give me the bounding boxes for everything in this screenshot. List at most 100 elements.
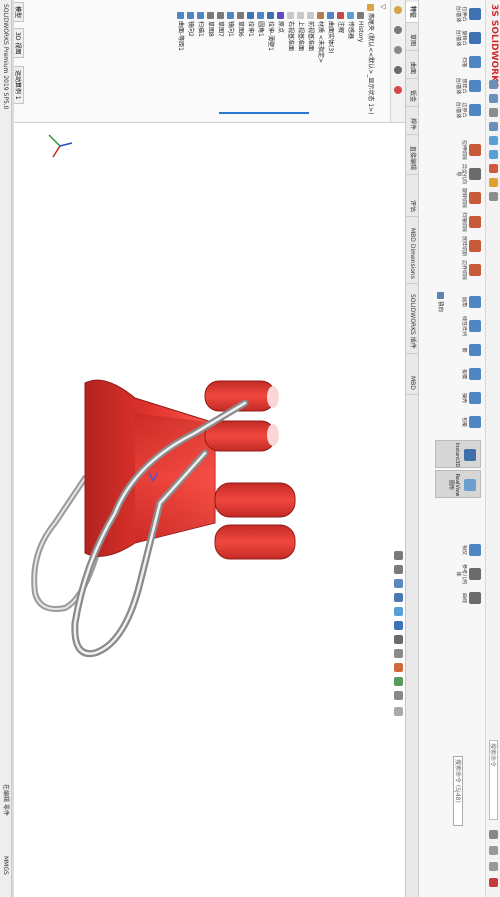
knuckle-bottom-right — [214, 524, 296, 560]
ribbon-button-label: 拔模 — [461, 368, 467, 379]
ribbon-button-18[interactable]: 参考几何体 — [449, 564, 483, 584]
ribbon-button-2[interactable]: 扫描 — [449, 52, 483, 72]
view-settings-icon[interactable] — [394, 691, 403, 700]
tree-item[interactable]: 燕尾夹 (默认<<默认>_显示状态 1>) — [366, 4, 375, 114]
configuration-tab-icon[interactable] — [394, 46, 402, 54]
tree-item[interactable]: 镜向1 — [226, 12, 235, 37]
ribbon-button-15[interactable]: 抽壳 — [449, 388, 483, 408]
tree-item-label: 前视基准面 — [307, 21, 314, 52]
ribbon-button-7[interactable]: 旋转切除 — [449, 188, 483, 208]
minimize-icon[interactable] — [489, 846, 498, 855]
sketch-icon — [207, 12, 214, 19]
filter-icon[interactable]: ▽ — [379, 4, 387, 118]
ribbon-button-label: 边界切除 — [461, 260, 467, 280]
ribbon-button-19[interactable]: 曲线 — [449, 588, 483, 608]
ribbon-button-10[interactable]: 边界切除 — [449, 260, 483, 280]
zoom-area-icon[interactable] — [394, 565, 403, 574]
ribbon-button-1[interactable]: 旋转凸台/基体 — [449, 28, 483, 48]
apply-scene-icon[interactable] — [394, 677, 403, 686]
ribbon-button-5[interactable]: 拉伸切除 — [449, 140, 483, 160]
tree-item[interactable]: 镜向2 — [186, 12, 195, 37]
display-style-icon[interactable] — [394, 635, 403, 644]
tree-item-label: 原点 — [277, 21, 284, 34]
tree-item[interactable]: 材质 <未指定> — [316, 12, 325, 63]
file-properties-icon[interactable] — [489, 178, 498, 187]
undo-icon[interactable] — [489, 136, 498, 145]
tree-item[interactable]: History — [356, 12, 365, 42]
command-manager-ribbon: 拉伸凸台/基体 旋转凸台/基体 扫描放样凸台/基体 边界凸台/基体 拉伸切除异型孔向导旋… — [418, 0, 485, 897]
tree-item[interactable]: 扫描1 — [196, 12, 205, 37]
tab-9[interactable]: MBD — [406, 372, 418, 395]
property-manager-tab-icon[interactable] — [394, 26, 402, 34]
solidworks-logo: 3S SOLIDWORKS — [489, 4, 499, 89]
help-search-input[interactable]: 搜索命令 — [489, 740, 498, 820]
options-icon[interactable] — [489, 192, 498, 201]
ribbon-button-6[interactable]: 异型孔向导 — [449, 164, 483, 184]
tab-4[interactable]: 焊件 — [406, 114, 418, 136]
units-selector[interactable]: MMGS — [0, 856, 11, 875]
ribbon-button-8[interactable]: 扫描切除 — [449, 212, 483, 232]
tree-item[interactable]: 右视基准面 — [286, 12, 295, 51]
ribbon-button-17[interactable]: 相交 — [449, 540, 483, 560]
section-view-icon[interactable] — [394, 593, 403, 602]
ribbon-button-16[interactable]: 包覆 — [449, 412, 483, 432]
ribbon-button-14[interactable]: 拔模 — [449, 364, 483, 384]
tab-8[interactable]: SOLIDWORKS 插件 — [406, 290, 418, 354]
command-search-input[interactable]: 搜索命令 (SJ48) — [453, 756, 463, 826]
view-orientation-icon[interactable] — [394, 621, 403, 630]
hide-show-items-icon[interactable] — [394, 649, 403, 658]
close-icon[interactable] — [489, 878, 498, 887]
tree-item[interactable]: 原点 — [276, 12, 285, 33]
tree-item[interactable]: 传感器 — [346, 12, 355, 39]
ribbon-button-9[interactable]: 放样切割 — [449, 236, 483, 256]
edit-appearance-icon[interactable] — [394, 663, 403, 672]
tab-6[interactable]: 评估 — [406, 196, 418, 218]
new-file-icon[interactable] — [489, 80, 498, 89]
ribbon-button-label: 包覆 — [461, 416, 467, 427]
graphics-area[interactable] — [0, 123, 405, 897]
tab-5[interactable]: 直接编辑 — [406, 142, 418, 176]
tab-0[interactable]: 特征 — [406, 2, 418, 24]
tree-item[interactable]: 曲面实体(3) — [326, 12, 335, 54]
ribbon-button-13[interactable]: 筋 — [449, 340, 483, 360]
maximize-icon[interactable] — [489, 862, 498, 871]
tree-item[interactable]: 注解 — [336, 12, 345, 33]
previous-view-icon[interactable] — [394, 579, 403, 588]
tree-item[interactable]: 上视基准面 — [296, 12, 305, 51]
tab-3[interactable]: 钣金 — [406, 86, 418, 108]
ribbon-button-12[interactable]: 线性阵列 — [449, 316, 483, 336]
realview-button[interactable]: RealView 图形 — [435, 470, 481, 498]
crosshair-icon[interactable] — [394, 66, 402, 74]
tree-item[interactable]: 草图7 — [216, 12, 225, 37]
feature-tree-tab-icon[interactable] — [394, 6, 402, 14]
tree-item[interactable]: 拉伸-薄壁1 — [266, 12, 275, 51]
tree-item[interactable]: 草图6 — [236, 12, 245, 37]
save-icon[interactable] — [489, 122, 498, 131]
tree-item[interactable]: 前视基准面 — [306, 12, 315, 51]
ribbon-button-3[interactable]: 放样凸台/基体 — [449, 76, 483, 96]
monitor-icon[interactable] — [394, 707, 403, 716]
mirror-button[interactable]: 镜向 — [435, 292, 445, 312]
dynamic-annotation-icon[interactable] — [394, 607, 403, 616]
ribbon-button-4[interactable]: 边界凸台/基体 — [449, 100, 483, 120]
tree-item[interactable]: 拉伸1 — [246, 12, 255, 37]
help-icon[interactable] — [489, 830, 498, 839]
extrude-icon — [267, 12, 274, 19]
ribbon-button-0[interactable]: 拉伸凸台/基体 — [449, 4, 483, 24]
binder-clip-model[interactable] — [5, 263, 385, 703]
tab-7[interactable]: MBD Dimensions — [406, 224, 418, 284]
zoom-to-fit-icon[interactable] — [394, 551, 403, 560]
appearance-tab-icon[interactable] — [394, 86, 402, 94]
open-file-icon[interactable] — [489, 94, 498, 103]
ribbon-button-11[interactable]: 圆角 — [449, 292, 483, 312]
select-icon[interactable] — [489, 150, 498, 159]
rebuild-icon[interactable] — [489, 164, 498, 173]
tree-item[interactable]: 曲面-等距1 — [176, 12, 185, 51]
tab-2[interactable]: 曲面 — [406, 58, 418, 80]
tree-item[interactable]: 圆角1 — [256, 12, 265, 37]
tab-1[interactable]: 草图 — [406, 30, 418, 52]
print-icon[interactable] — [489, 108, 498, 117]
instant3d-button[interactable]: Instant3D — [435, 440, 481, 468]
tree-scrollbar[interactable] — [219, 112, 309, 114]
tree-item[interactable]: 草图8 — [206, 12, 215, 37]
